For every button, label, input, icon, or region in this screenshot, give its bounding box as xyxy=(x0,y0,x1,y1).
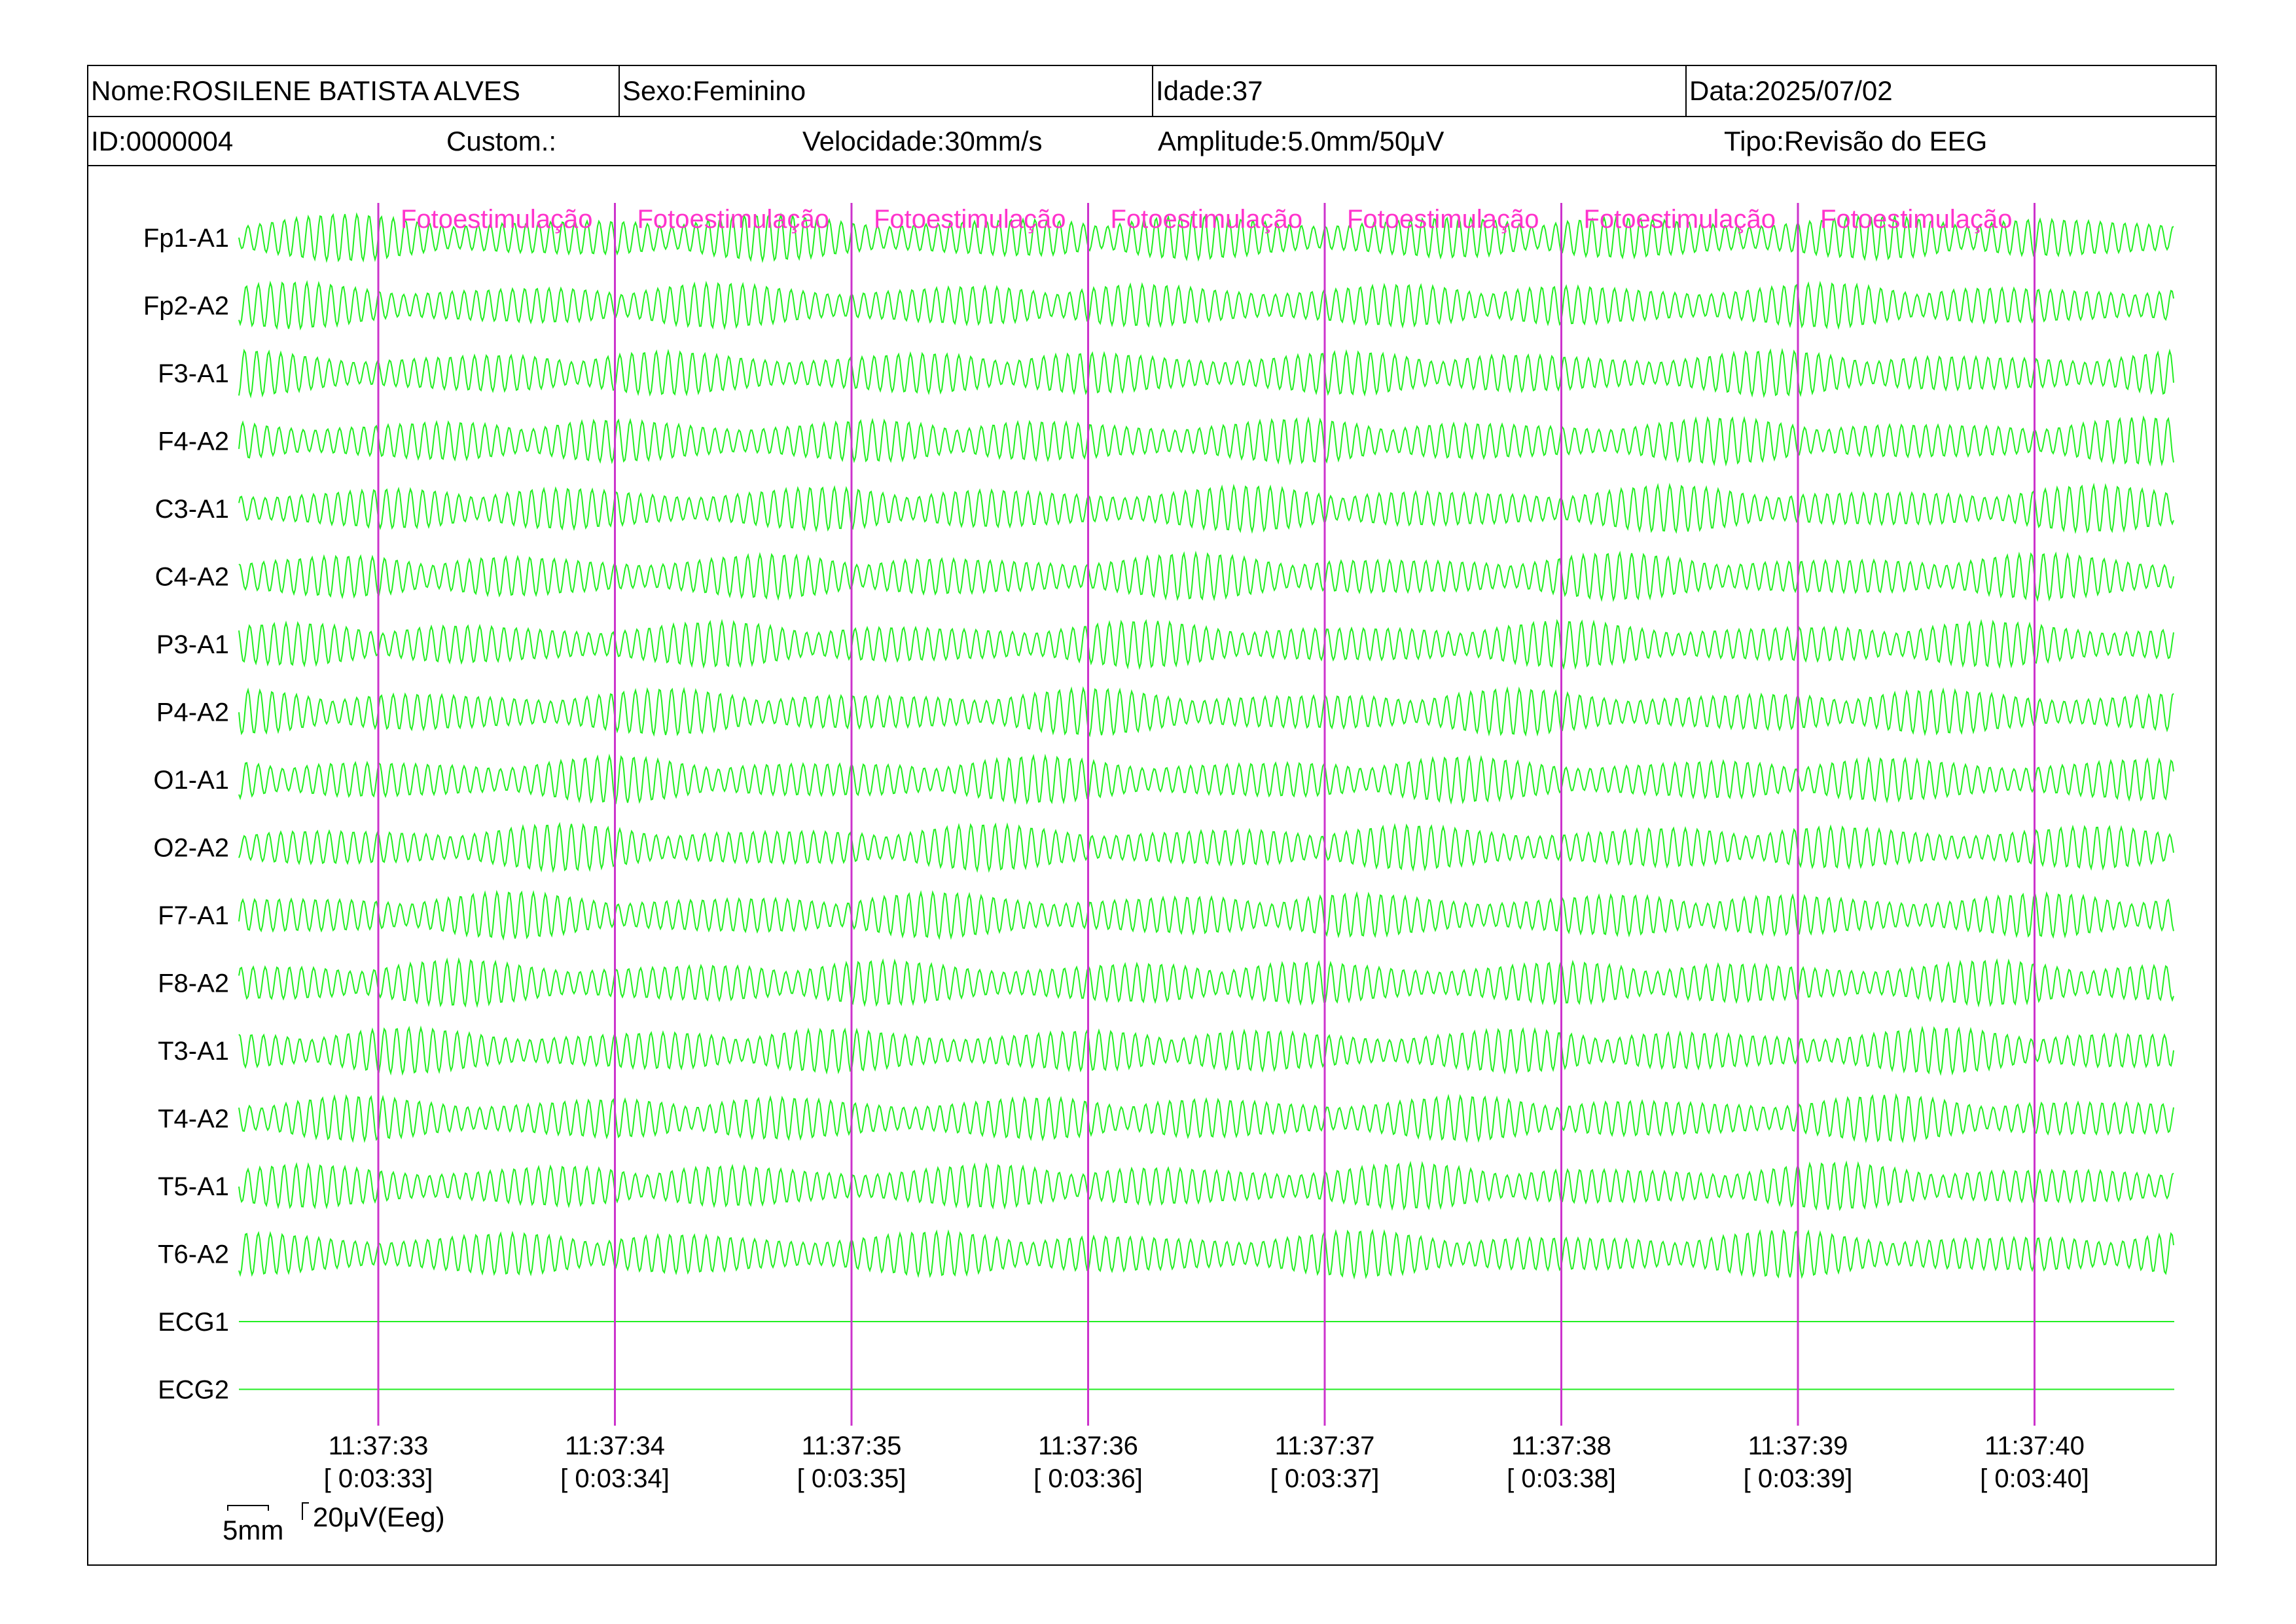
eeg-traces xyxy=(238,212,2174,1390)
channel-label: ECG1 xyxy=(158,1308,229,1337)
elapsed-time-label: [ 0:03:38] xyxy=(1507,1464,1616,1493)
clock-time-label: 11:37:39 xyxy=(1748,1432,1848,1460)
photostim-event-label: Fotoestimulação xyxy=(1111,205,1302,234)
channel-trace xyxy=(238,1092,2174,1144)
photostim-event-label: Fotoestimulação xyxy=(401,205,592,234)
channel-label: O2-A2 xyxy=(153,834,229,863)
channel-labels: Fp1-A1 Fp2-A2 F3-A1 F4-A2 C3-A1 C4-A2 P3-A1 P4-… xyxy=(143,224,229,1405)
channel-trace xyxy=(238,415,2174,467)
eeg-plot: Fotoestimulação Fotoestimulação Fotoestimu… xyxy=(143,203,2174,1493)
elapsed-time-label: [ 0:03:39] xyxy=(1744,1464,1853,1493)
channel-trace xyxy=(238,1229,2174,1280)
photostim-event-label: Fotoestimulação xyxy=(1347,205,1539,234)
clock-time-label: 11:37:36 xyxy=(1038,1432,1138,1460)
elapsed-time-label: [ 0:03:34] xyxy=(560,1464,670,1493)
channel-trace xyxy=(238,753,2174,805)
channel-label: F4-A2 xyxy=(158,427,229,456)
channel-label: T6-A2 xyxy=(158,1240,229,1269)
clock-time-label: 11:37:37 xyxy=(1275,1432,1375,1460)
amp-scale-bar-icon xyxy=(302,1502,309,1520)
amp-scale-label: 20μV(Eeg) xyxy=(313,1502,445,1532)
channel-trace xyxy=(238,280,2174,331)
photostim-event-label: Fotoestimulação xyxy=(1584,205,1776,234)
channel-label: T5-A1 xyxy=(158,1172,229,1201)
channel-label: O1-A1 xyxy=(153,766,229,795)
channel-label: F8-A2 xyxy=(158,969,229,998)
photostim-event-label: Fotoestimulação xyxy=(1820,205,2012,234)
channel-trace xyxy=(238,348,2174,399)
channel-trace xyxy=(238,1025,2174,1076)
clock-time-label: 11:37:40 xyxy=(1984,1432,2085,1460)
channel-label: P3-A1 xyxy=(156,630,229,659)
channel-trace xyxy=(238,957,2174,1009)
channel-label: F7-A1 xyxy=(158,901,229,930)
elapsed-time-label: [ 0:03:37] xyxy=(1270,1464,1380,1493)
channel-trace xyxy=(238,890,2174,941)
channel-label: T4-A2 xyxy=(158,1105,229,1134)
channel-trace xyxy=(238,482,2174,534)
photostim-event-label: Fotoestimulação xyxy=(874,205,1066,234)
channel-label: Fp1-A1 xyxy=(143,224,229,253)
elapsed-time-label: [ 0:03:35] xyxy=(797,1464,906,1493)
time-axis: 11:37:33 [ 0:03:33] 11:37:34 [ 0:03:34] 11:3… xyxy=(324,1432,2089,1493)
elapsed-time-label: [ 0:03:33] xyxy=(324,1464,433,1493)
time-scale-label: 5mm xyxy=(223,1515,284,1545)
channel-label: F3-A1 xyxy=(158,359,229,388)
channel-trace xyxy=(238,821,2174,873)
channel-label: P4-A2 xyxy=(156,698,229,727)
clock-time-label: 11:37:34 xyxy=(565,1432,665,1460)
elapsed-time-label: [ 0:03:36] xyxy=(1033,1464,1143,1493)
photostim-event-label: Fotoestimulação xyxy=(637,205,829,234)
clock-time-label: 11:37:38 xyxy=(1511,1432,1611,1460)
channel-trace xyxy=(238,619,2174,670)
channel-label: T3-A1 xyxy=(158,1037,229,1066)
channel-trace xyxy=(238,686,2174,738)
clock-time-label: 11:37:35 xyxy=(802,1432,902,1460)
channel-label: Fp2-A2 xyxy=(143,292,229,321)
channel-label: ECG2 xyxy=(158,1376,229,1405)
elapsed-time-label: [ 0:03:40] xyxy=(1980,1464,2089,1493)
clock-time-label: 11:37:33 xyxy=(329,1432,429,1460)
channel-label: C4-A2 xyxy=(155,563,229,592)
channel-trace xyxy=(238,550,2174,602)
channel-label: C3-A1 xyxy=(155,495,229,524)
channel-trace xyxy=(238,1160,2174,1212)
